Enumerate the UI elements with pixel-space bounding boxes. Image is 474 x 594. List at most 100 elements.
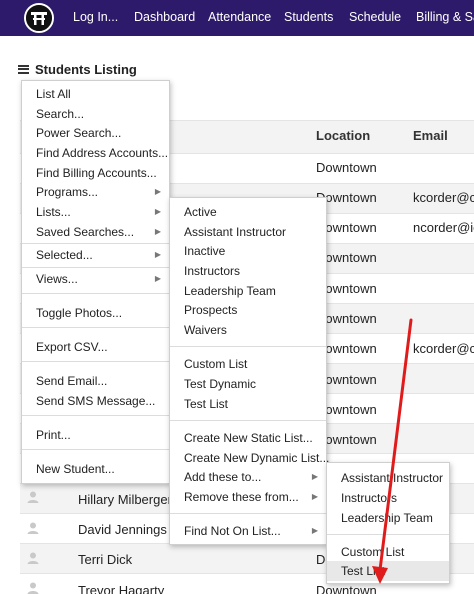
page-title: Students Listing [35,61,137,77]
list-item-add-these-to[interactable]: Add these to... ▶ [170,467,326,487]
nav-schedule[interactable]: Schedule [349,10,401,24]
menu-item-export-csv[interactable]: Export CSV... [22,337,169,357]
menu-divider [170,346,326,347]
cell-student-name[interactable]: David Jennings [78,522,167,537]
menu-item-label: Assistant Instructor [184,225,287,239]
menu-item-send-email[interactable]: Send Email... [22,371,169,391]
menu-item-lists[interactable]: Lists... ▶ [22,202,169,222]
add-to-leadership-team[interactable]: Leadership Team [327,508,449,528]
menu-item-programs[interactable]: Programs... ▶ [22,182,169,202]
submenu-arrow-icon: ▶ [154,274,161,283]
list-item-inactive[interactable]: Inactive [170,241,326,261]
add-to-test-list[interactable]: Test List [327,561,449,581]
cell-location: Downtown [316,583,377,594]
menu-item-label: Find Billing Accounts... [36,166,157,180]
menu-item-label: Toggle Photos... [36,306,123,320]
avatar-icon [26,521,40,535]
menu-item-power-search[interactable]: Power Search... [22,123,169,143]
list-item-assistant-instructor[interactable]: Assistant Instructor [170,222,326,242]
submenu-arrow-icon: ▶ [311,526,318,535]
menu-item-label: Active [184,205,217,219]
menu-item-label: Selected... [36,248,93,262]
hamburger-icon[interactable] [18,64,29,74]
menu-item-find-billing-accounts[interactable]: Find Billing Accounts... [22,163,169,183]
list-item-active[interactable]: Active [170,202,326,222]
menu-item-label: Assistant Instructor [341,471,444,485]
avatar-icon [26,490,40,504]
cell-email[interactable]: kcorder@ce [413,190,474,205]
menu-item-toggle-photos[interactable]: Toggle Photos... [22,303,169,323]
menu-item-label: Views... [36,272,78,286]
menu-item-search[interactable]: Search... [22,104,169,124]
nav-billing-sales[interactable]: Billing & Sale [416,10,474,24]
menu-divider [327,534,449,535]
add-to-custom-list[interactable]: Custom List [327,542,449,562]
list-item-create-static[interactable]: Create New Static List... [170,428,326,448]
menu-item-label: Instructors [341,491,398,505]
list-item-test-list[interactable]: Test List [170,394,326,414]
list-item-custom-list[interactable]: Custom List [170,354,326,374]
menu-item-label: Power Search... [36,126,122,140]
nav-students[interactable]: Students [284,10,333,24]
list-item-create-dynamic[interactable]: Create New Dynamic List... [170,448,330,468]
menu-item-saved-searches[interactable]: Saved Searches... ▶ [22,222,169,242]
menu-item-list-all[interactable]: List All [22,84,169,104]
list-item-test-dynamic[interactable]: Test Dynamic [170,374,326,394]
menu-item-label: Find Not On List... [184,524,281,538]
menu-item-label: New Student... [36,462,115,476]
cell-email[interactable]: ncorder@ic [413,220,474,235]
list-item-remove-these-from[interactable]: Remove these from... ▶ [170,487,326,507]
menu-divider [22,415,169,416]
add-to-instructors[interactable]: Instructors [327,488,449,508]
list-item-waivers[interactable]: Waivers [170,320,326,340]
menu-item-label: Remove these from... [184,490,299,504]
submenu-arrow-icon: ▶ [154,227,161,236]
menu-item-label: Create New Dynamic List... [184,451,330,465]
menu-item-label: Send Email... [36,374,108,388]
menu-item-label: Test Dynamic [184,377,257,391]
cell-location: Downtown [316,160,377,175]
menu-item-views[interactable]: Views... ▶ [22,269,169,289]
menu-item-label: Lists... [36,205,71,219]
nav-attendance[interactable]: Attendance [208,10,271,24]
list-item-leadership-team[interactable]: Leadership Team [170,281,326,301]
cell-student-name[interactable]: Terri Dick [78,552,132,567]
list-item-prospects[interactable]: Prospects [170,300,326,320]
avatar-icon [26,581,40,594]
menu-item-label: Programs... [36,185,99,199]
top-nav-bar: Log In... Dashboard Attendance Students … [0,0,474,36]
menu-item-label: Saved Searches... [36,225,135,239]
students-actions-menu: List All Search... Power Search... Find … [21,80,170,484]
menu-divider [170,513,326,514]
column-header-email[interactable]: Email [413,128,448,143]
menu-item-selected[interactable]: Selected... ▶ [22,245,169,265]
menu-item-label: Add these to... [184,470,262,484]
menu-item-label: Instructors [184,264,241,278]
menu-item-label: Find Address Accounts... [36,146,169,160]
menu-item-label: Search... [36,107,85,121]
lists-submenu: Active Assistant Instructor Inactive Ins… [169,197,330,545]
add-to-assistant-instructor[interactable]: Assistant Instructor [327,468,449,488]
cell-email[interactable]: kcorder@ce [413,341,474,356]
logo-emblem[interactable] [24,3,54,33]
nav-dashboard[interactable]: Dashboard [134,10,195,24]
list-item-find-not-on-list[interactable]: Find Not On List... ▶ [170,521,326,541]
cell-student-name[interactable]: Hillary Milberger [78,492,172,507]
column-header-location[interactable]: Location [316,128,370,143]
listing-header: Students Listing [18,60,137,78]
nav-login[interactable]: Log In... [73,10,118,24]
menu-divider [22,327,169,328]
menu-item-new-student[interactable]: New Student... [22,459,169,479]
menu-item-label: Create New Static List... [184,431,313,445]
menu-item-print[interactable]: Print... [22,425,169,445]
list-item-instructors[interactable]: Instructors [170,261,326,281]
cell-student-name[interactable]: Trevor Hagarty [78,583,164,594]
menu-item-send-sms[interactable]: Send SMS Message... [22,391,169,411]
menu-item-find-address-accounts[interactable]: Find Address Accounts... [22,143,169,163]
menu-item-label: Leadership Team [184,284,276,298]
menu-divider [22,243,169,244]
menu-divider [22,361,169,362]
menu-divider [22,267,169,268]
menu-item-label: List All [36,87,71,101]
add-to-list-submenu: Assistant Instructor Instructors Leaders… [326,462,450,584]
